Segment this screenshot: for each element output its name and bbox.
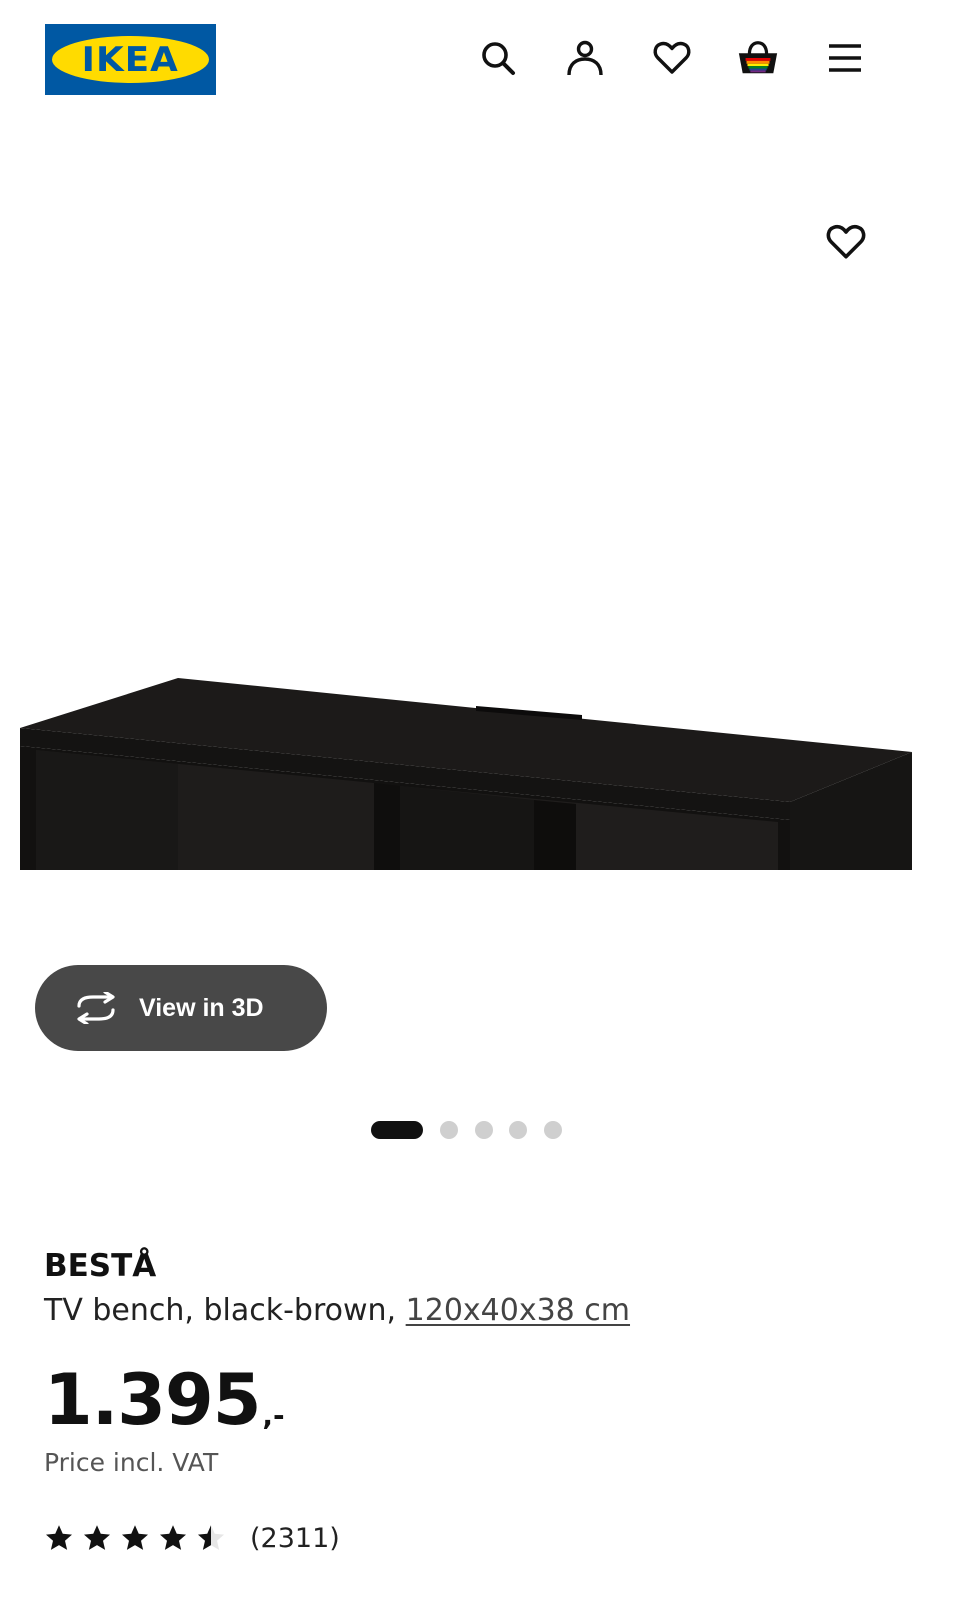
star-full-icon xyxy=(122,1525,148,1550)
product-type-text: TV bench, black-brown, xyxy=(44,1293,406,1328)
dimensions-link[interactable]: 120x40x38 cm xyxy=(406,1293,630,1328)
product-name: BESTÅ xyxy=(44,1248,157,1284)
star-full-icon xyxy=(84,1525,110,1550)
price: 1.395 ,- xyxy=(44,1360,285,1440)
heart-icon xyxy=(826,225,866,259)
account-button[interactable] xyxy=(563,36,607,80)
account-icon xyxy=(567,40,603,76)
gallery-pagination xyxy=(0,1120,960,1140)
gallery-dot-2[interactable] xyxy=(440,1121,458,1139)
product-description: TV bench, black-brown, 120x40x38 cm xyxy=(44,1292,924,1330)
star-full-icon xyxy=(46,1525,72,1550)
menu-button[interactable] xyxy=(823,36,867,80)
view-in-3d-label: View in 3D xyxy=(139,993,264,1022)
favourites-button[interactable] xyxy=(650,36,694,80)
star-full-icon xyxy=(160,1525,186,1550)
search-button[interactable] xyxy=(476,36,520,80)
menu-icon xyxy=(829,44,861,72)
price-vat-note: Price incl. VAT xyxy=(44,1448,219,1477)
heart-icon xyxy=(653,41,691,74)
add-to-favourites-button[interactable] xyxy=(822,218,870,266)
logo-text: IKEA xyxy=(81,39,180,80)
gallery-dot-4[interactable] xyxy=(509,1121,527,1139)
gallery-dot-3[interactable] xyxy=(475,1121,493,1139)
product-image[interactable] xyxy=(0,390,960,870)
review-count: (2311) xyxy=(250,1522,340,1554)
ikea-logo[interactable]: IKEA ® xyxy=(45,24,216,95)
gallery-dot-1[interactable] xyxy=(371,1121,423,1139)
star-half-icon xyxy=(198,1525,224,1550)
product-rating[interactable]: (2311) xyxy=(44,1518,340,1558)
logo-registered-mark: ® xyxy=(204,40,213,50)
gallery-dot-5[interactable] xyxy=(544,1121,562,1139)
price-amount: 1.395 xyxy=(44,1359,261,1441)
rotate-3d-icon xyxy=(77,992,115,1024)
shopping-bag-button[interactable] xyxy=(736,36,780,80)
logo-ellipse: IKEA xyxy=(52,36,209,83)
view-in-3d-button[interactable]: View in 3D xyxy=(35,965,327,1051)
product-gallery[interactable]: View in 3D xyxy=(0,120,960,1139)
shopping-bag-icon xyxy=(738,41,778,74)
site-header: IKEA ® xyxy=(0,0,960,120)
price-suffix: ,- xyxy=(262,1399,285,1432)
product-info: BESTÅ TV bench, black-brown, 120x40x38 c… xyxy=(44,1240,924,1554)
search-icon xyxy=(482,42,515,75)
